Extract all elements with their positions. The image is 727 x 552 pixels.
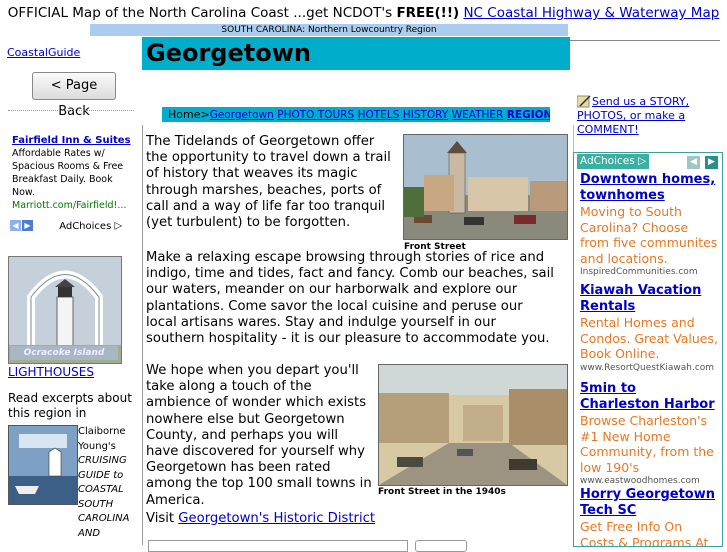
nav-weather[interactable]: WEATHER — [452, 109, 504, 121]
escape-paragraph: Make a relaxing escape browsing through … — [146, 250, 554, 347]
breadcrumb: Home>Georgetown PHOTO TOURS HOTELS HISTO… — [162, 107, 550, 122]
book-cover-illustration — [9, 426, 77, 504]
front-street-1940s-photo[interactable] — [378, 364, 568, 486]
nav-region[interactable]: REGION — [507, 109, 550, 121]
banner-text: OFFICIAL Map of the North Carolina Coast… — [7, 5, 397, 21]
front-street-illustration — [404, 135, 567, 239]
nav-hotels[interactable]: HOTELS — [358, 109, 400, 121]
book-author: Claiborne Young's — [78, 426, 126, 452]
historic-district-link[interactable]: Georgetown's Historic District — [178, 511, 375, 526]
breadcrumb-home[interactable]: Home> — [168, 108, 210, 121]
divider — [8, 110, 134, 111]
ad-body: Affordable Rates w/ Spacious Rooms & Fre… — [12, 148, 124, 198]
ad-url[interactable]: www.ResortQuestKiawah.com — [580, 362, 718, 374]
page-title: Georgetown — [142, 37, 570, 70]
intro-paragraph: The Tidelands of Georgetown offer the op… — [146, 134, 391, 231]
ad-body: Get Free Info On Costs & Programs At Hor… — [580, 519, 709, 547]
coastal-guide-link[interactable]: CoastalGuide — [7, 46, 80, 59]
divider — [570, 40, 720, 41]
adchoices-label[interactable]: AdChoices — [59, 221, 111, 232]
lighthouses-link[interactable]: LIGHTHOUSES — [8, 365, 94, 379]
adchoices-label[interactable]: AdChoices ▷ — [577, 154, 650, 169]
ad-unit[interactable]: Kiawah Vacation Rentals Rental Homes and… — [580, 283, 718, 374]
ad-body: Moving to South Carolina? Choose from fi… — [580, 204, 718, 266]
ad-unit[interactable]: Downtown homes, townhomes Moving to Sout… — [580, 172, 718, 278]
ad-url[interactable]: Marriott.com/Fairfield!... — [12, 199, 137, 212]
next-arrow-icon[interactable]: ▶ — [705, 156, 718, 169]
pencil-icon — [576, 95, 592, 108]
ad-title[interactable]: 5min to Charleston Harbor — [580, 381, 718, 413]
ad-title[interactable]: Horry Georgetown Tech SC — [580, 487, 718, 519]
visit-line: Visit Georgetown's Historic District — [146, 511, 446, 527]
ad-title[interactable]: Fairfield Inn & Suites — [12, 134, 137, 147]
ad-body: Rental Homes and Condos. Great Values, B… — [580, 315, 718, 361]
ad-url[interactable]: www.eastwoodhomes.com — [580, 475, 718, 487]
book-text: Claiborne Young's CRUISING GUIDE to COAS… — [78, 425, 140, 541]
next-arrow-icon[interactable]: ▶ — [22, 220, 33, 231]
lighthouse-caption: Ocracoke Island — [10, 346, 118, 360]
excerpt-intro: Read excerpts about this region in — [8, 391, 132, 420]
send-story-block[interactable]: Send us a STORY, PHOTOS, or make a COMME… — [576, 95, 717, 137]
send-story-link[interactable]: Send us a STORY, PHOTOS, or make a COMME… — [577, 95, 689, 136]
nav-georgetown[interactable]: Georgetown — [210, 109, 274, 121]
banner-free: FREE(!!) — [396, 5, 460, 21]
right-ad-panel: AdChoices ▷ ◀ ▶ Downtown homes, townhome… — [573, 152, 723, 547]
left-ad[interactable]: Fairfield Inn & Suites Affordable Rates … — [12, 134, 137, 212]
search-input[interactable] — [148, 540, 408, 552]
adchoices-icon[interactable]: ▷ — [114, 221, 122, 232]
nav-history[interactable]: HISTORY — [403, 109, 448, 121]
adchoices-bar: AdChoices ▷ ◀ ▶ — [575, 154, 721, 170]
ad-unit[interactable]: Horry Georgetown Tech SC Get Free Info O… — [580, 487, 718, 547]
ad-title[interactable]: Kiawah Vacation Rentals — [580, 283, 718, 315]
book-title: CRUISING GUIDE to COASTAL SOUTH CAROLINA… — [78, 455, 130, 539]
prev-arrow-icon[interactable]: ◀ — [10, 220, 21, 231]
nav-photo-tours[interactable]: PHOTO TOURS — [277, 109, 354, 121]
book-cover-image[interactable] — [8, 425, 78, 505]
page-back-button[interactable]: < Page Back — [32, 72, 116, 119]
top-banner: OFFICIAL Map of the North Carolina Coast… — [0, 5, 727, 21]
adchoices-text: AdChoices — [580, 155, 635, 167]
ambience-paragraph: We hope when you depart you'll take alon… — [146, 363, 372, 508]
ad-url[interactable]: InspiredCommunities.com — [580, 266, 718, 278]
photo-caption: Front Street in the 1940s — [378, 487, 506, 497]
search-button[interactable] — [415, 540, 467, 552]
ad-unit[interactable]: 5min to Charleston Harbor Browse Charles… — [580, 381, 718, 487]
coastal-map-link[interactable]: NC Coastal Highway & Waterway Map — [463, 5, 719, 21]
ad-body: Browse Charleston's #1 New Home Communit… — [580, 413, 714, 475]
front-street-photo[interactable] — [403, 134, 568, 240]
left-ad-nav: ◀ ▶ AdChoices ▷ — [10, 220, 140, 236]
ad-title[interactable]: Downtown homes, townhomes — [580, 172, 718, 204]
region-bar: SOUTH CAROLINA: Northern Lowcountry Regi… — [90, 24, 568, 36]
prev-arrow-icon[interactable]: ◀ — [687, 156, 700, 169]
front-street-1940s-illustration — [379, 365, 567, 485]
visit-prefix: Visit — [146, 511, 179, 526]
